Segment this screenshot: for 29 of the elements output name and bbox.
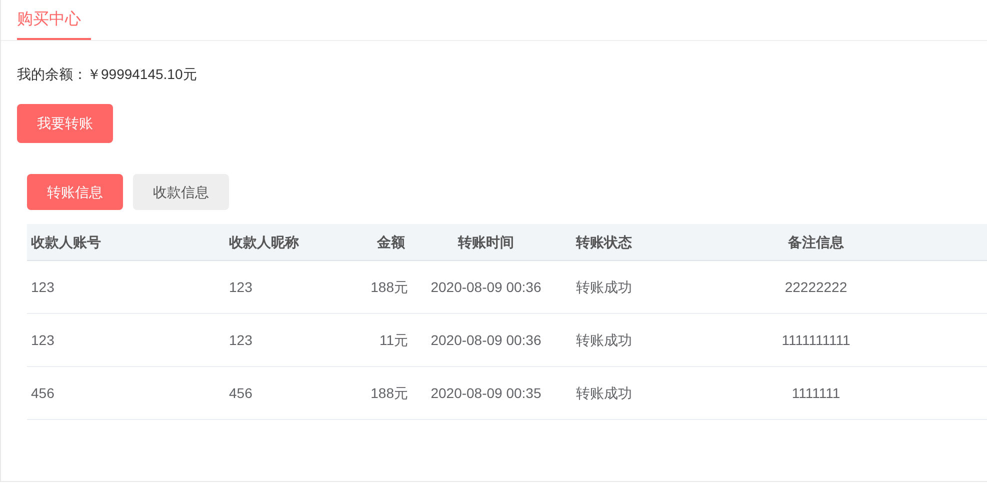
table-cell-text: 转账成功 [575,384,633,402]
tab[interactable]: 收款信息 [133,174,229,210]
column-header: 转账状态 [574,232,633,252]
table-cell-text: 123 [228,278,254,296]
column-header: 金额 [376,232,406,252]
table-cell-text: 22222222 [784,278,848,296]
table-cell-text: 转账成功 [575,278,633,296]
transfer-button[interactable]: 我要转账 [17,104,113,143]
table-cell-text: 188元 [370,384,409,402]
balance-text: 我的余额：￥99994145.10元 [17,65,197,84]
table-cell-text: 2020-08-09 00:36 [430,330,542,350]
table-cell-text: 1111111 [790,384,842,402]
column-header: 备注信息 [787,232,845,252]
column-header: 转账时间 [456,232,515,252]
table-cell-text: 转账成功 [575,330,633,350]
column-header: 收款人账号 [30,232,102,252]
table-cell-text: 123 [30,278,56,296]
tab[interactable]: 转账信息 [27,174,123,210]
table-cell-text: 456 [30,384,56,402]
table-cell-text: 1111111111 [780,330,852,350]
table-cell-text: 2020-08-09 00:36 [430,278,542,296]
table-cell-text: 188元 [370,278,409,296]
table-cell-text: 123 [30,330,56,350]
table-cell-text: 123 [228,330,254,350]
table-cell-text: 456 [228,384,254,402]
column-header: 收款人昵称 [228,232,300,252]
page-tab[interactable]: 购买中心 [17,0,91,40]
table-cell-text: 2020-08-09 00:35 [430,384,542,402]
table-cell-text: 11元 [378,330,409,350]
